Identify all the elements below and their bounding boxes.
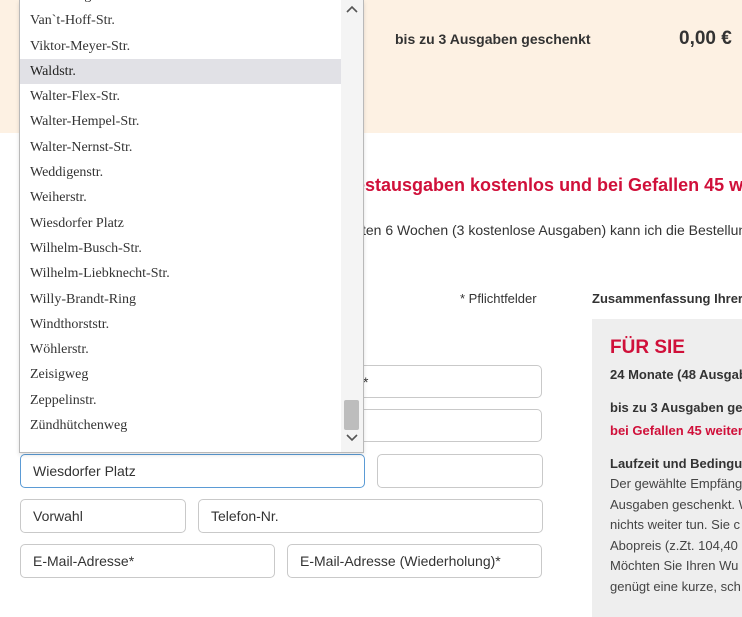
email-repeat-field[interactable]: E-Mail-Adresse (Wiederholung)* bbox=[287, 544, 542, 578]
street-option[interactable]: Ulmenweg bbox=[20, 0, 342, 8]
scrollbar-thumb[interactable] bbox=[344, 400, 359, 430]
summary-terms-line: Ausgaben geschenkt. W bbox=[610, 496, 742, 512]
street-value: Wiesdorfer Platz bbox=[33, 463, 136, 479]
summary-title: Zusammenfassung Ihrer B bbox=[592, 291, 742, 306]
street-option[interactable]: Zeisigweg bbox=[20, 362, 342, 387]
summary-terms-line: Abopreis (z.Zt. 104,40 bbox=[610, 537, 738, 553]
chevron-up-icon[interactable] bbox=[341, 2, 363, 20]
email-field[interactable]: E-Mail-Adresse* bbox=[20, 544, 275, 578]
street-option[interactable]: Van`t-Hoff-Str. bbox=[20, 8, 342, 33]
street-option[interactable]: Zeppelinstr. bbox=[20, 388, 342, 413]
summary-if-liked: bei Gefallen 45 weiter bbox=[610, 423, 742, 438]
street-option[interactable]: Walter-Hempel-Str. bbox=[20, 109, 342, 134]
summary-terms-line: Möchten Sie Ihren Wu bbox=[610, 558, 739, 573]
summary-duration: 24 Monate (48 Ausgab bbox=[610, 367, 742, 382]
summary-terms-line: Der gewählte Empfäng bbox=[610, 476, 742, 491]
area-code-field[interactable]: Vorwahl bbox=[20, 499, 186, 533]
street-select[interactable]: Wiesdorfer Platz bbox=[20, 454, 365, 488]
street-option[interactable]: Wilhelm-Liebknecht-Str. bbox=[20, 261, 342, 286]
offer-headline: estausgaben kostenlos und bei Gefallen 4… bbox=[355, 175, 742, 195]
street-option[interactable]: Zündhütchenweg bbox=[20, 413, 342, 438]
summary-terms: Der gewählte Empfäng Ausgaben geschenkt.… bbox=[610, 474, 742, 597]
summary-terms-line: genügt eine kurze, sch bbox=[610, 578, 741, 594]
price-value: 0,00 € bbox=[679, 28, 732, 49]
price-note: bis zu 3 Ausgaben geschenkt bbox=[395, 31, 591, 47]
house-number-field[interactable] bbox=[377, 454, 543, 488]
summary-heading: FÜR SIE bbox=[610, 337, 685, 358]
summary-free-issues: bis zu 3 Ausgaben ges bbox=[610, 400, 742, 415]
street-option[interactable]: Wilhelm-Busch-Str. bbox=[20, 236, 342, 261]
street-option[interactable]: Walter-Nernst-Str. bbox=[20, 135, 342, 160]
offer-subline: ten 6 Wochen (3 kostenlose Ausgaben) kan… bbox=[362, 222, 742, 238]
chevron-down-icon[interactable] bbox=[341, 431, 363, 449]
summary-terms-line: nichts weiter tun. Sie c bbox=[610, 517, 741, 532]
required-fields-note: * Pflichtfelder bbox=[460, 291, 537, 306]
email-repeat-placeholder: E-Mail-Adresse (Wiederholung)* bbox=[300, 553, 501, 569]
street-dropdown-list[interactable]: Ulmenweg Van`t-Hoff-Str. Viktor-Meyer-St… bbox=[19, 0, 364, 453]
street-option[interactable]: Wöhlerstr. bbox=[20, 337, 342, 362]
phone-field[interactable]: Telefon-Nr. bbox=[198, 499, 543, 533]
street-option[interactable]: Walter-Flex-Str. bbox=[20, 84, 342, 109]
order-summary-panel: FÜR SIE 24 Monate (48 Ausgab bis zu 3 Au… bbox=[592, 319, 742, 617]
street-option[interactable]: Wiesdorfer Platz bbox=[20, 211, 342, 236]
street-option[interactable]: Windthorststr. bbox=[20, 312, 342, 337]
street-option[interactable]: Viktor-Meyer-Str. bbox=[20, 34, 342, 59]
street-option[interactable]: Willy-Brandt-Ring bbox=[20, 287, 342, 312]
street-option[interactable]: Weiherstr. bbox=[20, 185, 342, 210]
area-code-placeholder: Vorwahl bbox=[33, 508, 83, 524]
phone-placeholder: Telefon-Nr. bbox=[211, 508, 279, 524]
street-option-highlighted[interactable]: Waldstr. bbox=[20, 58, 342, 85]
street-options: Ulmenweg Van`t-Hoff-Str. Viktor-Meyer-St… bbox=[20, 0, 342, 438]
street-option[interactable]: Weddigenstr. bbox=[20, 160, 342, 185]
summary-terms-title: Laufzeit und Bedingun bbox=[610, 456, 742, 471]
dropdown-scrollbar[interactable] bbox=[341, 0, 363, 452]
email-placeholder: E-Mail-Adresse* bbox=[33, 553, 135, 569]
